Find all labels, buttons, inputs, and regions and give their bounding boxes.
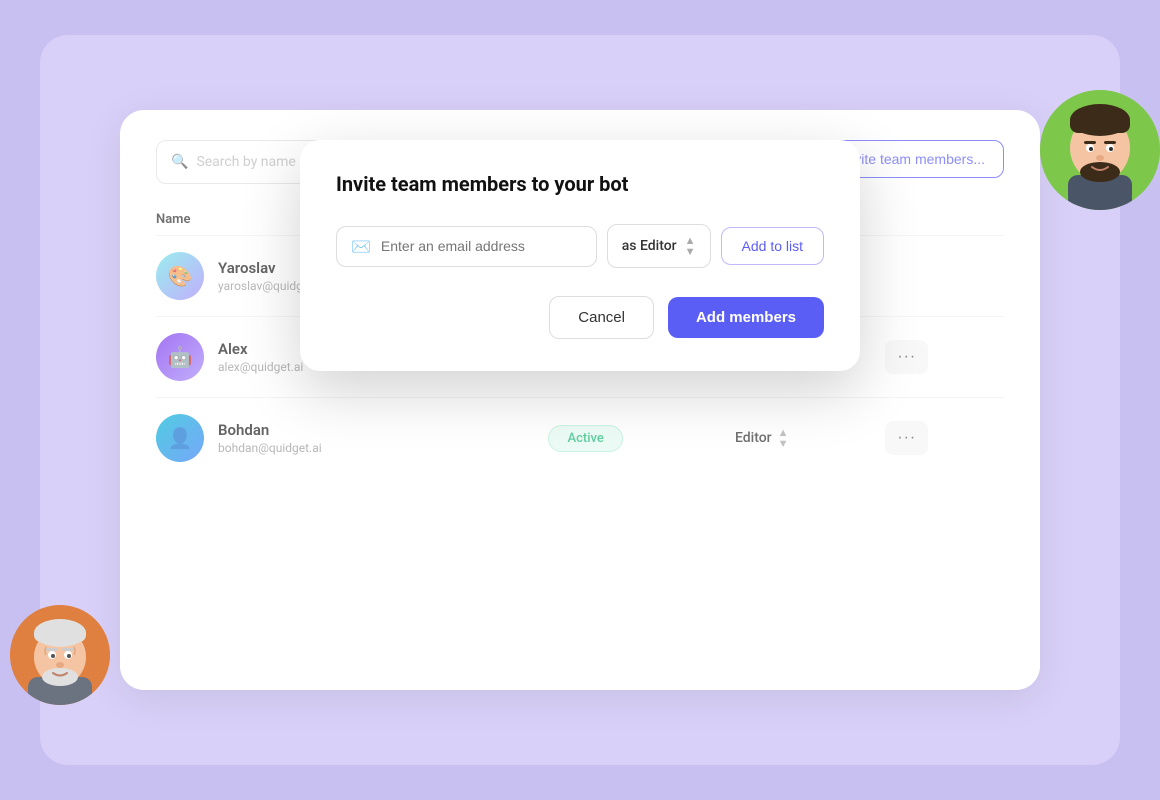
inner-panel: 🔍 Search by name o Invite team members..… bbox=[120, 110, 1040, 690]
modal-actions: Cancel Add members bbox=[336, 296, 824, 339]
invite-modal: Invite team members to your bot ✉️ as Ed… bbox=[300, 140, 860, 371]
add-members-button[interactable]: Add members bbox=[668, 297, 824, 338]
outer-card: 🔍 Search by name o Invite team members..… bbox=[40, 35, 1120, 765]
avatar-orange bbox=[10, 605, 110, 705]
modal-overlay: Invite team members to your bot ✉️ as Ed… bbox=[120, 110, 1040, 690]
avatar-green bbox=[1040, 90, 1160, 210]
role-select-label: as Editor bbox=[622, 238, 677, 254]
modal-title: Invite team members to your bot bbox=[336, 172, 824, 196]
add-to-list-button[interactable]: Add to list bbox=[721, 227, 824, 265]
role-select[interactable]: as Editor ▲▼ bbox=[607, 224, 711, 268]
email-input[interactable] bbox=[381, 238, 582, 254]
modal-input-row: ✉️ as Editor ▲▼ Add to list bbox=[336, 224, 824, 268]
email-icon: ✉️ bbox=[351, 237, 371, 256]
cancel-button[interactable]: Cancel bbox=[549, 296, 654, 339]
role-select-arrows-icon: ▲▼ bbox=[685, 235, 696, 257]
email-input-wrap[interactable]: ✉️ bbox=[336, 226, 597, 267]
